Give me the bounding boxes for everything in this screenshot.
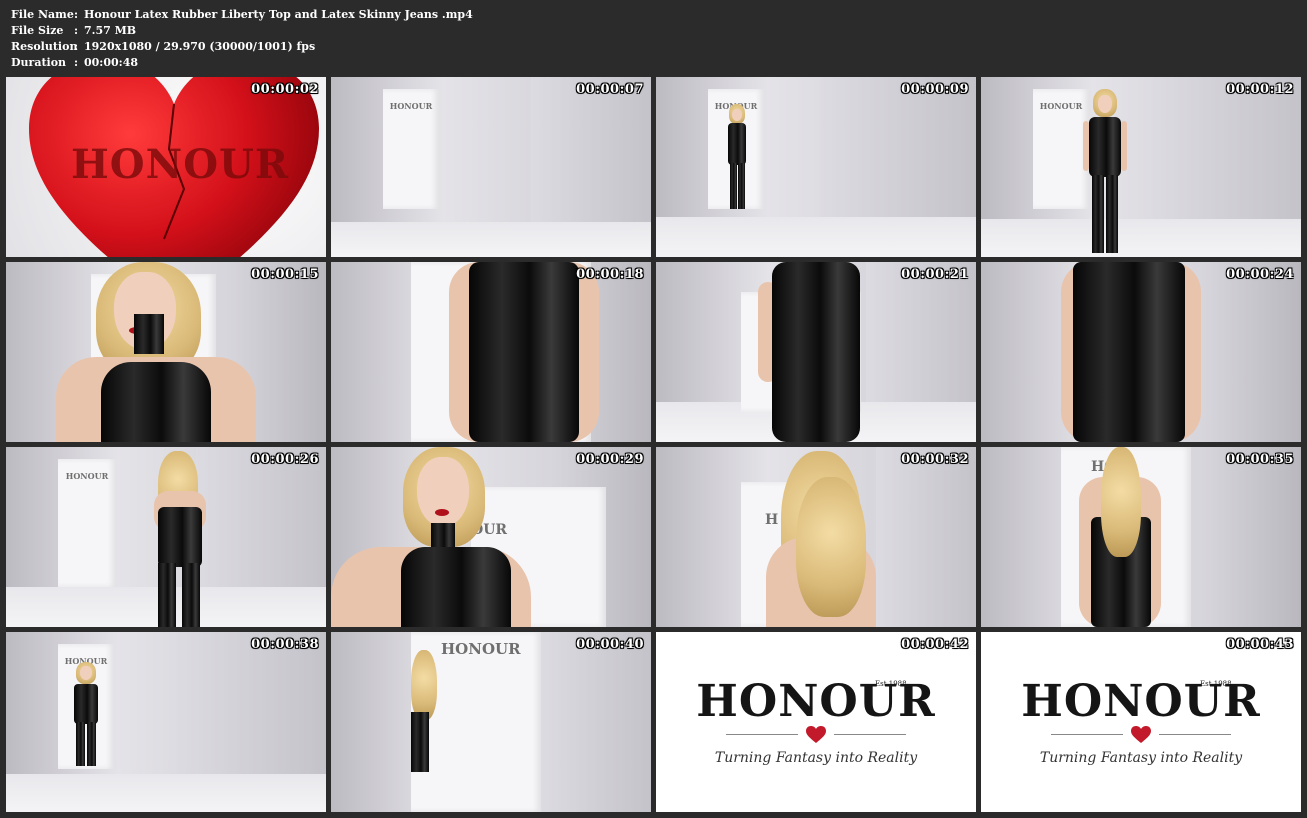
resolution-value: 1920x1080 / 29.970 (30000/1001) fps <box>84 40 316 53</box>
thumbnail[interactable]: H 00:00:32 <box>656 447 976 627</box>
timestamp: 00:00:42 <box>901 637 969 652</box>
thumbnail[interactable]: HONOUR Est 1988 Turning Fantasy into Rea… <box>656 632 976 812</box>
timestamp: 00:00:35 <box>1226 452 1294 467</box>
corridor-scene: OUR <box>331 447 651 627</box>
resolution-label: Resolution <box>11 40 78 53</box>
thumbnail[interactable]: OUR 00:00:29 <box>331 447 651 627</box>
corridor-scene: HONOUR <box>331 77 651 257</box>
logo-text: HONOUR <box>696 676 936 727</box>
divider <box>726 734 798 735</box>
door: HONOUR <box>383 89 439 209</box>
separator: : <box>74 40 79 53</box>
file-size-row: File Size : 7.57 MB <box>11 23 473 39</box>
thumbnail[interactable]: 00:00:18 <box>331 262 651 442</box>
thumbnail[interactable]: HONOUR 00:00:07 <box>331 77 651 257</box>
file-info-header: File Name : Honour Latex Rubber Liberty … <box>11 7 473 71</box>
separator: : <box>74 8 79 21</box>
logo-text: HONOUR <box>71 141 290 188</box>
thumbnail[interactable]: HONOUR Est 1988 Turning Fantasy into Rea… <box>981 632 1301 812</box>
corridor-scene: HONOUR <box>6 632 326 812</box>
thumbnail[interactable]: 00:00:21 <box>656 262 976 442</box>
corridor-scene: HONOUR <box>331 632 651 812</box>
timestamp: 00:00:09 <box>901 82 969 97</box>
timestamp: 00:00:12 <box>1226 82 1294 97</box>
duration-row: Duration : 00:00:48 <box>11 55 473 71</box>
tagline: Turning Fantasy into Reality <box>714 750 918 766</box>
corridor-scene <box>331 262 651 442</box>
corridor-scene: H <box>656 447 976 627</box>
logo-est: Est 1988 <box>875 680 907 688</box>
thumbnail[interactable]: HONOUR 00:00:12 <box>981 77 1301 257</box>
thumbnail[interactable]: HONOUR 00:00:40 <box>331 632 651 812</box>
logo-text: HONOUR <box>1021 676 1261 727</box>
timestamp: 00:00:15 <box>251 267 319 282</box>
duration-label: Duration <box>11 56 67 69</box>
file-size-label: File Size <box>11 24 64 37</box>
heart-icon <box>1131 726 1151 743</box>
corridor-scene: HONOUR <box>656 77 976 257</box>
thumbnail[interactable]: HO 00:00:35 <box>981 447 1301 627</box>
divider <box>1051 734 1123 735</box>
timestamp: 00:00:38 <box>251 637 319 652</box>
thumbnail[interactable]: 00:00:24 <box>981 262 1301 442</box>
thumbnail[interactable]: HONOUR 00:00:26 <box>6 447 326 627</box>
thumbnail[interactable]: HONOUR 00:00:38 <box>6 632 326 812</box>
timestamp: 00:00:29 <box>576 452 644 467</box>
thumbnail-grid: HONOUR 00:00:02 HONOUR 00:00:07 HONOUR <box>6 77 1301 812</box>
file-name-label: File Name <box>11 8 74 21</box>
corridor-scene: HONOUR <box>6 447 326 627</box>
logo-text: HONOUR <box>389 101 433 111</box>
timestamp: 00:00:02 <box>251 82 319 97</box>
timestamp: 00:00:24 <box>1226 267 1294 282</box>
file-size-value: 7.57 MB <box>84 24 137 37</box>
resolution-row: Resolution : 1920x1080 / 29.970 (30000/1… <box>11 39 473 55</box>
file-name-row: File Name : Honour Latex Rubber Liberty … <box>11 7 473 23</box>
corridor-scene: HONOUR <box>981 77 1301 257</box>
thumbnail[interactable]: 00:00:15 <box>6 262 326 442</box>
thumbnail[interactable]: HONOUR 00:00:02 <box>6 77 326 257</box>
timestamp: 00:00:07 <box>576 82 644 97</box>
thumbnail[interactable]: HONOUR 00:00:09 <box>656 77 976 257</box>
timestamp: 00:00:21 <box>901 267 969 282</box>
door: HONOUR <box>58 459 116 587</box>
corridor-scene <box>6 262 326 442</box>
timestamp: 00:00:26 <box>251 452 319 467</box>
timestamp: 00:00:40 <box>576 637 644 652</box>
logo-text: OUR <box>471 522 508 538</box>
timestamp: 00:00:18 <box>576 267 644 282</box>
timestamp: 00:00:43 <box>1226 637 1294 652</box>
logo-text: HONOUR <box>65 471 109 481</box>
door: HONOUR <box>1033 89 1089 209</box>
corridor-scene <box>981 262 1301 442</box>
duration-value: 00:00:48 <box>84 56 139 69</box>
divider <box>1159 734 1231 735</box>
corridor-scene: HO <box>981 447 1301 627</box>
heart-icon <box>806 726 826 743</box>
corridor-scene <box>656 262 976 442</box>
file-name-value: Honour Latex Rubber Liberty Top and Late… <box>84 8 473 21</box>
divider <box>834 734 906 735</box>
timestamp: 00:00:32 <box>901 452 969 467</box>
logo-text: HONOUR <box>1039 101 1083 111</box>
tagline: Turning Fantasy into Reality <box>1039 750 1243 766</box>
separator: : <box>74 24 79 37</box>
separator: : <box>74 56 79 69</box>
logo-est: Est 1988 <box>1200 680 1232 688</box>
